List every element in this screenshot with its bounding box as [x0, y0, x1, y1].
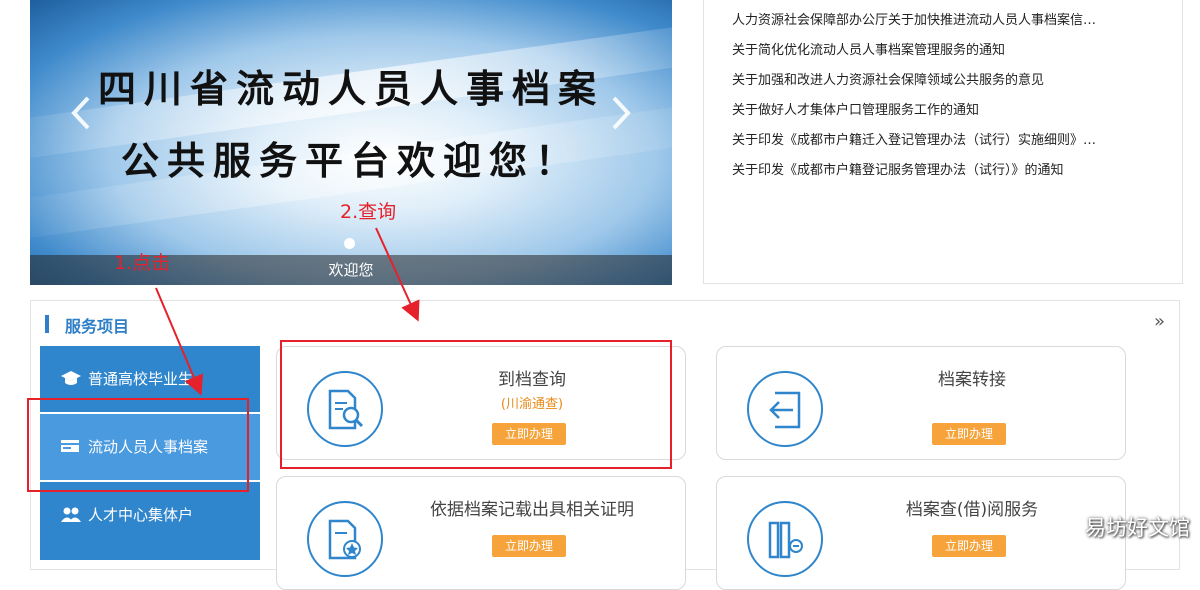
annotation-arrow-step1 [155, 287, 203, 396]
annotation-arrow-step2 [375, 227, 420, 322]
annotation-arrows [155, 227, 420, 396]
watermark: 易坊好文馆 [1085, 516, 1190, 540]
